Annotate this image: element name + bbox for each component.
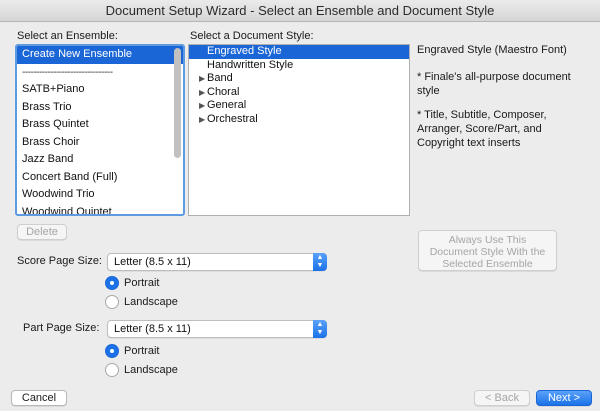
list-separator: -------------------------------- [22, 66, 113, 78]
list-item-label: Orchestral [207, 112, 258, 125]
ensemble-label: Select an Ensemble: [17, 30, 118, 42]
list-item-label: Band [207, 72, 233, 84]
score-portrait-radio[interactable]: Portrait [105, 275, 159, 291]
window-title: Document Setup Wizard - Select an Ensemb… [0, 0, 600, 22]
radio-unselected-icon[interactable] [105, 363, 119, 377]
scrollbar-thumb[interactable] [174, 48, 181, 158]
part-page-size-label: Part Page Size: [23, 322, 100, 334]
part-portrait-radio[interactable]: Portrait [105, 343, 159, 359]
radio-label: Portrait [124, 345, 160, 357]
button-label-line: Selected Ensemble [442, 258, 533, 270]
list-item-label: General [207, 99, 247, 111]
style-item-handwritten[interactable]: Handwritten Style [189, 59, 409, 73]
list-item[interactable]: Brass Choir [17, 134, 183, 152]
list-item[interactable]: Brass Quintet [17, 116, 183, 134]
list-item[interactable]: Jazz Band [17, 151, 183, 169]
part-landscape-radio[interactable]: Landscape [105, 362, 178, 378]
list-item-label: Handwritten Style [207, 58, 294, 71]
chevron-updown-icon: ▲ ▼ [313, 253, 327, 271]
list-item[interactable]: Brass Trio [17, 99, 183, 117]
select-value: Letter (8.5 x 11) [114, 256, 191, 268]
list-item-label: Choral [207, 85, 240, 98]
style-group-choral[interactable]: ▶ Choral [189, 86, 409, 100]
radio-unselected-icon[interactable] [105, 295, 119, 309]
style-description-line: Arranger, Score/Part, and [417, 123, 542, 135]
cancel-button[interactable]: Cancel [11, 390, 67, 406]
radio-label: Landscape [124, 364, 178, 376]
radio-label: Portrait [124, 277, 160, 289]
disclosure-triangle-icon[interactable]: ▶ [199, 99, 207, 113]
style-group-general[interactable]: ▶ General [189, 99, 409, 113]
ensemble-list[interactable]: Create New Ensemble --------------------… [15, 44, 185, 216]
delete-button[interactable]: Delete [17, 224, 67, 240]
list-item[interactable]: Create New Ensemble [17, 46, 183, 64]
style-label: Select a Document Style: [190, 30, 314, 42]
score-page-size-label: Score Page Size: [17, 255, 102, 267]
style-group-band[interactable]: ▶ Band [189, 72, 409, 86]
part-page-size-select[interactable]: Letter (8.5 x 11) ▲ ▼ [107, 320, 327, 338]
radio-selected-icon[interactable] [105, 276, 119, 290]
radio-selected-icon[interactable] [105, 344, 119, 358]
style-description-line: * Title, Subtitle, Composer, [417, 109, 547, 121]
ensemble-scrollbar[interactable] [174, 48, 181, 212]
disclosure-triangle-icon[interactable]: ▶ [199, 72, 207, 86]
chevron-updown-icon: ▲ ▼ [313, 320, 327, 338]
style-item-engraved[interactable]: Engraved Style [189, 45, 409, 59]
disclosure-triangle-icon[interactable]: ▶ [199, 86, 207, 100]
next-button[interactable]: Next > [536, 390, 592, 406]
style-description-line: * Finale's all-purpose document [417, 71, 571, 83]
disclosure-triangle-icon[interactable]: ▶ [199, 113, 207, 127]
button-label-line: Document Style With the [429, 246, 546, 258]
score-landscape-radio[interactable]: Landscape [105, 294, 178, 310]
select-value: Letter (8.5 x 11) [114, 323, 191, 335]
style-group-orchestral[interactable]: ▶ Orchestral [189, 113, 409, 127]
list-item[interactable]: SATB+Piano [17, 81, 183, 99]
list-item[interactable]: Woodwind Quintet [17, 204, 183, 215]
list-item-label: Engraved Style [207, 45, 282, 57]
style-list[interactable]: Engraved Style Handwritten Style ▶ Band … [188, 44, 410, 216]
list-item[interactable]: Woodwind Trio [17, 186, 183, 204]
style-description-line: Copyright text inserts [417, 137, 521, 149]
always-use-style-button[interactable]: Always Use This Document Style With the … [418, 230, 557, 271]
back-button[interactable]: < Back [474, 390, 530, 406]
button-label-line: Always Use This [448, 234, 527, 246]
radio-label: Landscape [124, 296, 178, 308]
style-description-title: Engraved Style (Maestro Font) [417, 44, 567, 56]
list-item[interactable]: Concert Band (Full) [17, 169, 183, 187]
score-page-size-select[interactable]: Letter (8.5 x 11) ▲ ▼ [107, 253, 327, 271]
style-description-line: style [417, 85, 440, 97]
